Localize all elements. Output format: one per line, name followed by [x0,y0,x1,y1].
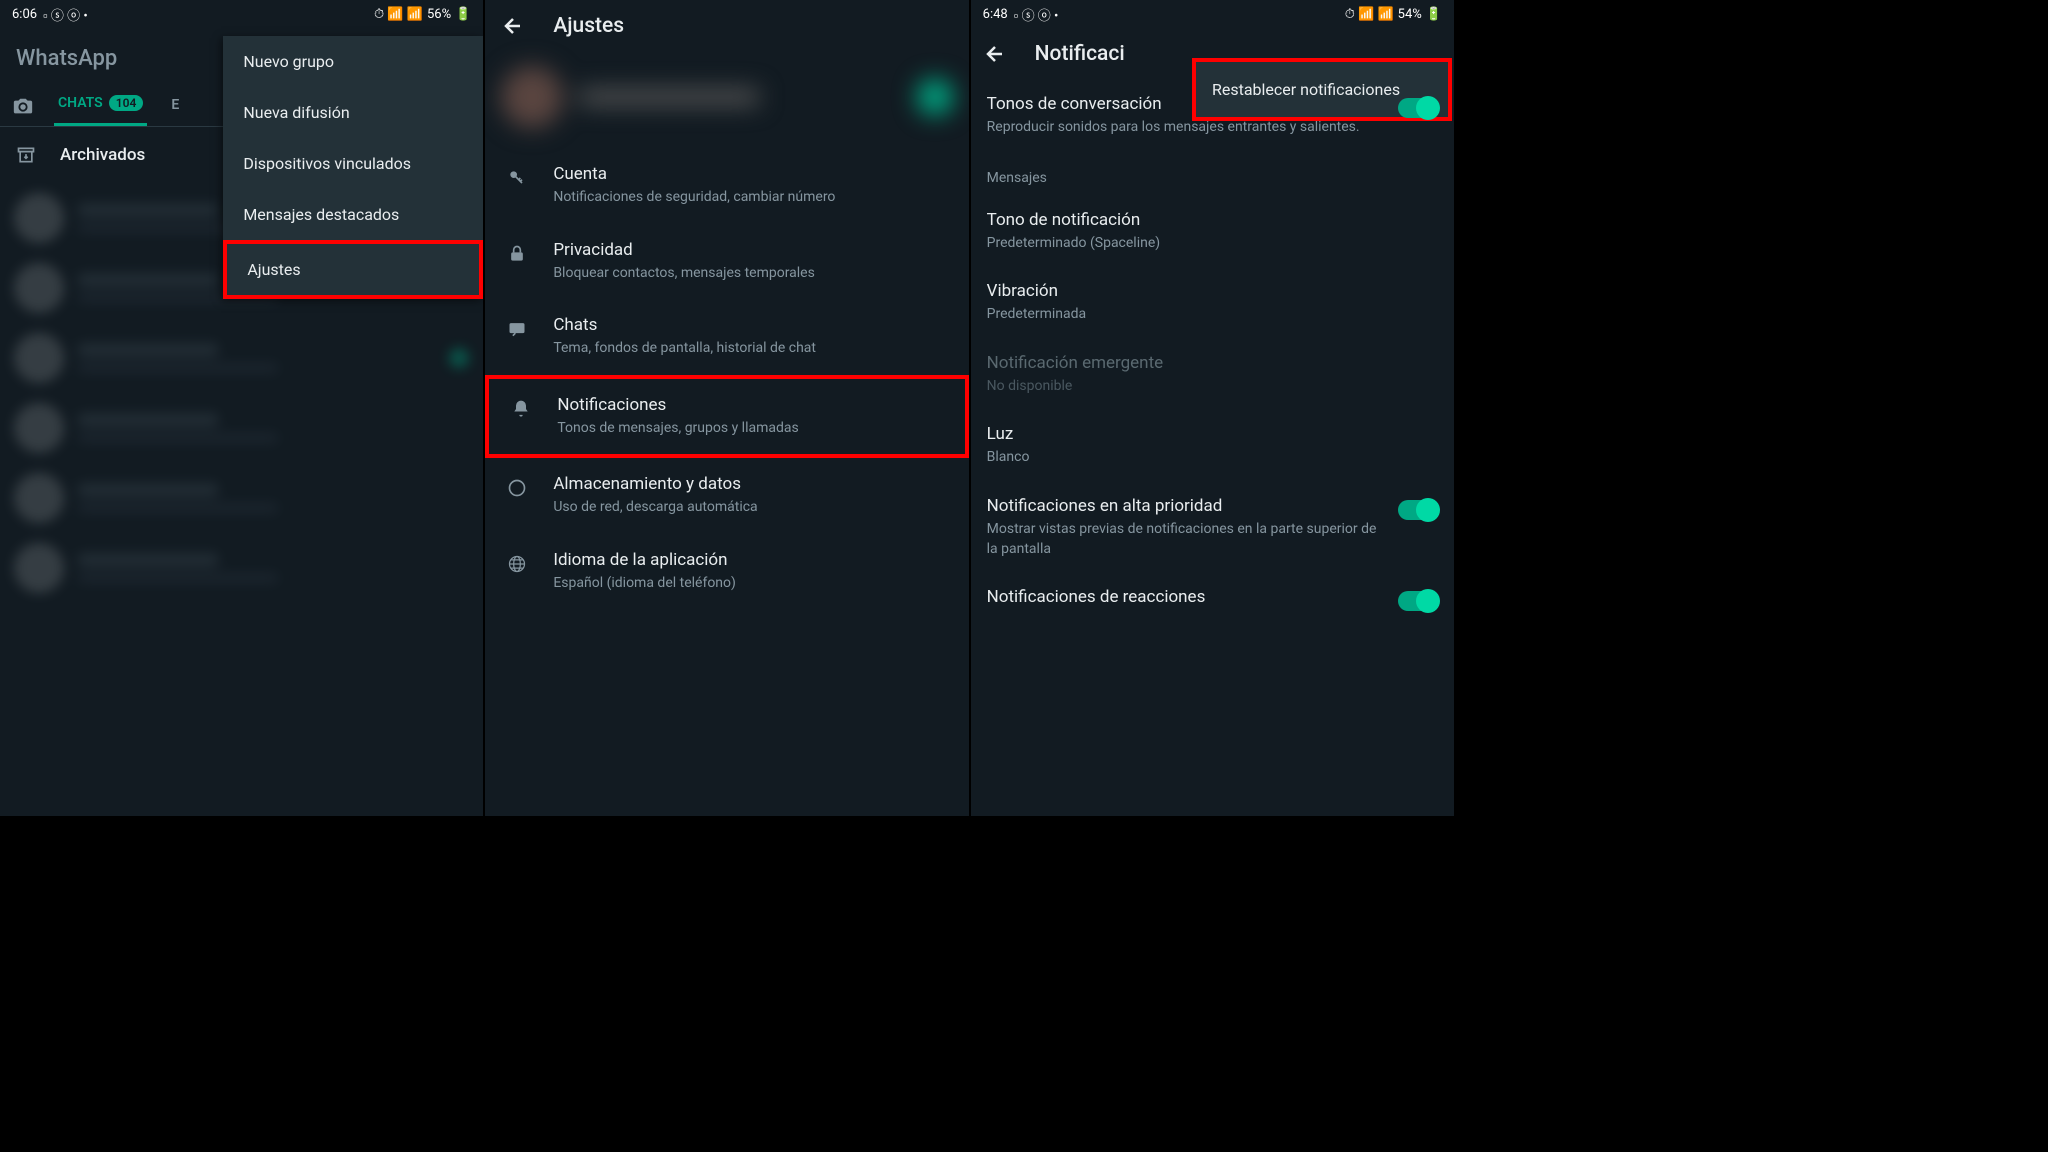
reactions-notifications-row[interactable]: Notificaciones de reacciones [987,573,1438,625]
vibration-row[interactable]: Vibración Predeterminada [987,267,1438,339]
settings-chats[interactable]: Chats Tema, fondos de pantalla, historia… [485,299,968,375]
archive-icon [16,145,36,165]
settings-idioma[interactable]: Idioma de la aplicación Español (idioma … [485,534,968,610]
popup-notification-row: Notificación emergente No disponible [987,339,1438,411]
settings-almacenamiento[interactable]: Almacenamiento y datos Uso de red, desca… [485,458,968,534]
reactions-toggle[interactable] [1398,591,1438,611]
status-bar: 6:06 ▫ ⓢ ⓞ • ⏱ 📶 📶 56% 🔋 [0,0,483,28]
profile-row-blurred[interactable] [485,52,968,148]
chats-badge: 104 [109,95,144,111]
screen-notificaciones: 6:48 ▫ ⓢ ⓞ • ⏱ 📶 📶 54% 🔋 Notificaci Rest… [971,0,1456,816]
status-battery: 54% [1398,7,1422,22]
section-mensajes: Mensajes [987,152,1438,196]
tab-chats[interactable]: CHATS 104 [54,87,147,126]
settings-notificaciones[interactable]: Notificaciones Tonos de mensajes, grupos… [485,375,968,459]
back-arrow-icon[interactable] [983,42,1007,66]
conversation-tones-toggle[interactable] [1398,98,1438,118]
settings-privacidad[interactable]: Privacidad Bloquear contactos, mensajes … [485,224,968,300]
menu-nuevo-grupo[interactable]: Nuevo grupo [223,36,483,87]
back-arrow-icon[interactable] [501,14,525,38]
high-priority-toggle[interactable] [1398,500,1438,520]
data-icon [505,478,529,498]
menu-nueva-difusion[interactable]: Nueva difusión [223,87,483,138]
high-priority-row[interactable]: Notificaciones en alta prioridad Mostrar… [987,482,1438,573]
menu-dispositivos[interactable]: Dispositivos vinculados [223,138,483,189]
notification-tone-row[interactable]: Tono de notificación Predeterminado (Spa… [987,196,1438,268]
settings-cuenta[interactable]: Cuenta Notificaciones de seguridad, camb… [485,148,968,224]
battery-icon: 🔋 [455,7,471,22]
status-time: 6:48 [983,7,1008,22]
camera-icon[interactable] [12,96,34,118]
status-battery: 56% [427,7,451,22]
globe-icon [505,554,529,574]
status-time: 6:06 [12,7,37,22]
status-icons-right: ⏱ 📶 📶 [374,7,423,22]
status-icons-right: ⏱ 📶 📶 [1345,7,1394,22]
screen-whatsapp-main: 6:06 ▫ ⓢ ⓞ • ⏱ 📶 📶 56% 🔋 WhatsApp CHATS … [0,0,485,816]
key-icon [505,168,529,188]
status-bar: 6:48 ▫ ⓢ ⓞ • ⏱ 📶 📶 54% 🔋 [971,0,1454,28]
battery-icon: 🔋 [1426,7,1442,22]
status-icons-left: ▫ ⓢ ⓞ • [43,5,88,24]
settings-title: Ajustes [553,14,624,38]
lock-icon [505,244,529,264]
menu-ajustes[interactable]: Ajustes [223,240,483,299]
screen-ajustes: Ajustes Cuenta Notificaciones de segurid… [485,0,970,816]
overflow-menu: Nuevo grupo Nueva difusión Dispositivos … [223,36,483,299]
chat-icon [505,319,529,339]
tab-estados-partial[interactable]: E [167,89,183,125]
bell-icon [509,399,533,419]
status-icons-left: ▫ ⓢ ⓞ • [1014,5,1059,24]
notifications-title: Notificaci [1035,42,1125,66]
menu-destacados[interactable]: Mensajes destacados [223,189,483,240]
light-row[interactable]: Luz Blanco [987,410,1438,482]
